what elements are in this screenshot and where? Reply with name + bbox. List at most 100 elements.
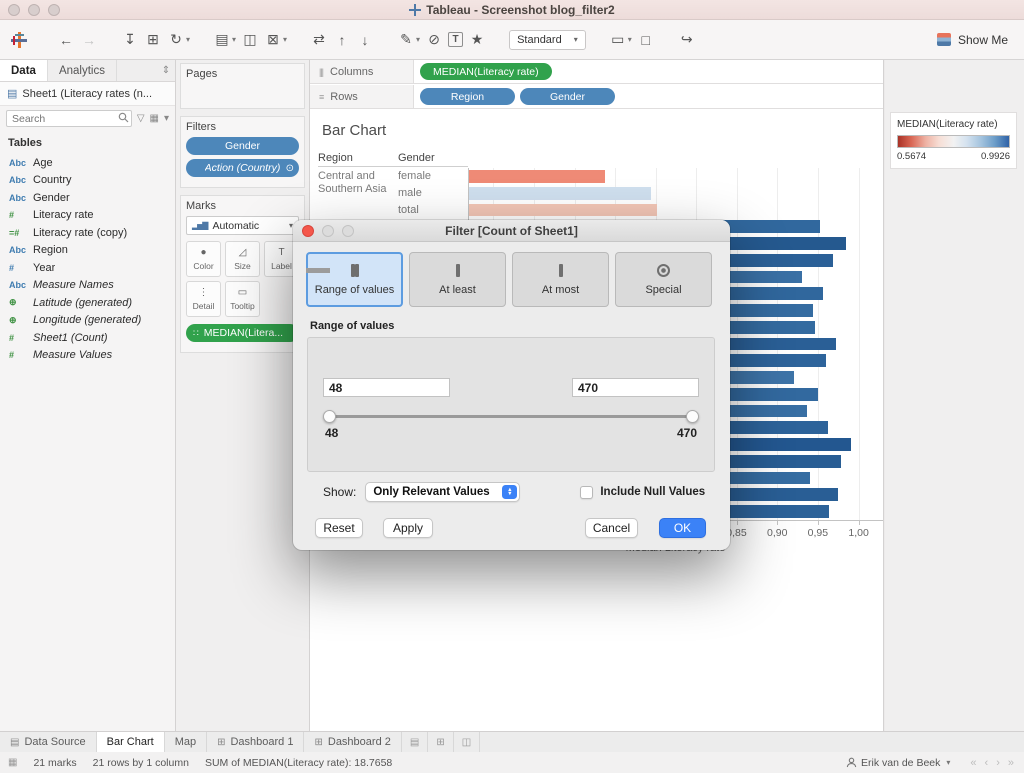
zoom-window-button[interactable] [48,4,60,16]
share-icon[interactable]: ↪ [678,29,696,51]
chevron-down-icon[interactable]: ▾ [416,35,420,44]
dialog-close-button[interactable] [302,225,314,237]
show-values-select[interactable]: Only Relevant Values ▲▼ [365,482,520,502]
chevron-down-icon[interactable]: ▾ [164,113,169,124]
axis-tick-label: 1,00 [848,527,868,539]
range-max-input[interactable] [572,378,699,397]
sheet-tab-dashboard-1[interactable]: ⊞Dashboard 1 [207,732,304,752]
field-latitude-generated[interactable]: ⊕Latitude (generated) [0,294,175,312]
row-field-header-gender[interactable]: Gender [398,152,435,164]
apply-button[interactable]: Apply [383,518,433,538]
presentation-nav-icon[interactable]: ‹ [985,757,989,769]
highlight-icon[interactable]: ✎ [397,29,415,51]
group-members-icon[interactable]: ⊘ [425,29,443,51]
sheet-tab-bar-chart[interactable]: Bar Chart [97,732,165,752]
save-icon[interactable]: ↧ [121,29,139,51]
field-literacy-rate-copy[interactable]: =#Literacy rate (copy) [0,224,175,242]
filter-mode-range-of-values[interactable]: Range of values [306,252,403,307]
swap-panes-icon[interactable]: ⇕ [157,60,175,81]
field-year[interactable]: #Year [0,259,175,277]
show-mark-labels-icon[interactable]: ★ [468,29,486,51]
back-icon[interactable]: ← [57,29,75,51]
presentation-nav-icon[interactable]: › [996,757,1000,769]
view-options-icon[interactable]: ▦ [150,113,159,124]
new-worksheet-icon[interactable]: ▤ [213,29,231,51]
sort-ascending-icon[interactable]: ↑ [333,29,351,51]
swap-rows-columns-icon[interactable]: ⇄ [310,29,328,51]
field-measure-values[interactable]: #Measure Values [0,347,175,365]
tab-analytics[interactable]: Analytics [48,60,117,81]
datasource-item[interactable]: ▤ Sheet1 (Literacy rates (n... [0,82,175,106]
signed-in-user[interactable]: Erik van de Beek [861,757,940,769]
slider-min-thumb[interactable] [323,410,336,423]
tableau-logo-icon[interactable] [10,31,28,49]
sheet-tab-dashboard-2[interactable]: ⊞Dashboard 2 [304,732,401,752]
columns-pill-median-literacy-rate[interactable]: MEDIAN(Literacy rate) [420,63,552,80]
new-story-button[interactable]: ◫ [454,732,480,752]
duplicate-sheet-icon[interactable]: ◫ [241,29,259,51]
filter-mode-at-most[interactable]: At most [512,252,609,307]
cancel-button[interactable]: Cancel [585,518,638,538]
minimize-window-button[interactable] [28,4,40,16]
filter-pill-gender[interactable]: Gender [186,137,299,155]
rows-pill-region[interactable]: Region [420,88,515,105]
sort-descending-icon[interactable]: ↓ [356,29,374,51]
field-longitude-generated[interactable]: ⊕Longitude (generated) [0,312,175,330]
fit-axes-icon[interactable]: ▭ [609,29,627,51]
marks-size-button[interactable]: ◿Size [225,241,260,277]
new-data-source-icon[interactable]: ⊞ [144,29,162,51]
columns-shelf[interactable]: ||| Columns MEDIAN(Literacy rate) [310,60,883,84]
presentation-nav-icon[interactable]: « [970,757,976,769]
field-region[interactable]: AbcRegion [0,242,175,260]
forward-icon[interactable]: → [80,29,98,51]
close-window-button[interactable] [8,4,20,16]
presentation-mode-icon[interactable]: □ [637,29,655,51]
filter-mode-special[interactable]: Special [615,252,712,307]
dialog-titlebar[interactable]: Filter [Count of Sheet1] [293,220,730,242]
clear-sheet-icon[interactable]: ⊠ [264,29,282,51]
new-dashboard-button[interactable]: ⊞ [428,732,453,752]
filter-pill-action-country[interactable]: Action (Country)⊙ [186,159,299,177]
field-literacy-rate[interactable]: #Literacy rate [0,207,175,225]
new-worksheet-button[interactable]: ▤ [402,732,428,752]
rows-shelf[interactable]: ≡ Rows RegionGender [310,85,883,109]
field-country[interactable]: AbcCountry [0,172,175,190]
field-sheet1-count[interactable]: #Sheet1 (Count) [0,329,175,347]
show-me-button[interactable]: Show Me [937,33,1024,47]
slider-max-thumb[interactable] [686,410,699,423]
ok-button[interactable]: OK [659,518,706,538]
color-encoding-pill[interactable]: ∷ MEDIAN(Litera... [186,324,299,342]
marks-detail-button[interactable]: ⋮Detail [186,281,221,317]
presentation-nav-icon[interactable]: » [1008,757,1014,769]
text-label-icon[interactable]: T [448,32,463,47]
reset-button[interactable]: Reset [315,518,363,538]
tab-data[interactable]: Data [0,60,48,81]
field-measure-names[interactable]: AbcMeasure Names [0,277,175,295]
filter-fields-icon[interactable]: ▽ [137,113,145,124]
sheet-tab-map[interactable]: Map [165,732,207,752]
chevron-down-icon[interactable]: ▾ [232,35,236,44]
bar-mark[interactable] [469,187,651,200]
field-gender[interactable]: AbcGender [0,189,175,207]
chevron-down-icon[interactable]: ▾ [628,35,632,44]
mark-type-select[interactable]: ▂▅▇ Automatic ▾ [186,216,299,235]
search-input[interactable] [6,110,132,127]
chevron-down-icon[interactable]: ▾ [186,35,190,44]
view-mode-select[interactable]: Standard▾ [509,30,586,50]
sheet-tab-data-source[interactable]: ▤Data Source [0,732,97,752]
range-min-input[interactable] [323,378,450,397]
marks-color-button[interactable]: ●Color [186,241,221,277]
refresh-icon[interactable]: ↻ [167,29,185,51]
bar-mark[interactable] [469,204,657,217]
chevron-down-icon[interactable]: ▾ [283,35,287,44]
marks-tooltip-button[interactable]: ▭Tooltip [225,281,260,317]
bar-mark[interactable] [469,170,605,183]
row-field-header-region[interactable]: Region [318,152,353,164]
color-legend[interactable]: MEDIAN(Literacy rate) 0.5674 0.9926 [890,112,1017,169]
filter-mode-at-least[interactable]: At least [409,252,506,307]
rows-pill-gender[interactable]: Gender [520,88,615,105]
include-null-checkbox[interactable] [580,486,593,499]
chevron-down-icon[interactable]: ▾ [946,758,950,767]
field-age[interactable]: AbcAge [0,154,175,172]
marks-button-label: Detail [193,301,215,311]
